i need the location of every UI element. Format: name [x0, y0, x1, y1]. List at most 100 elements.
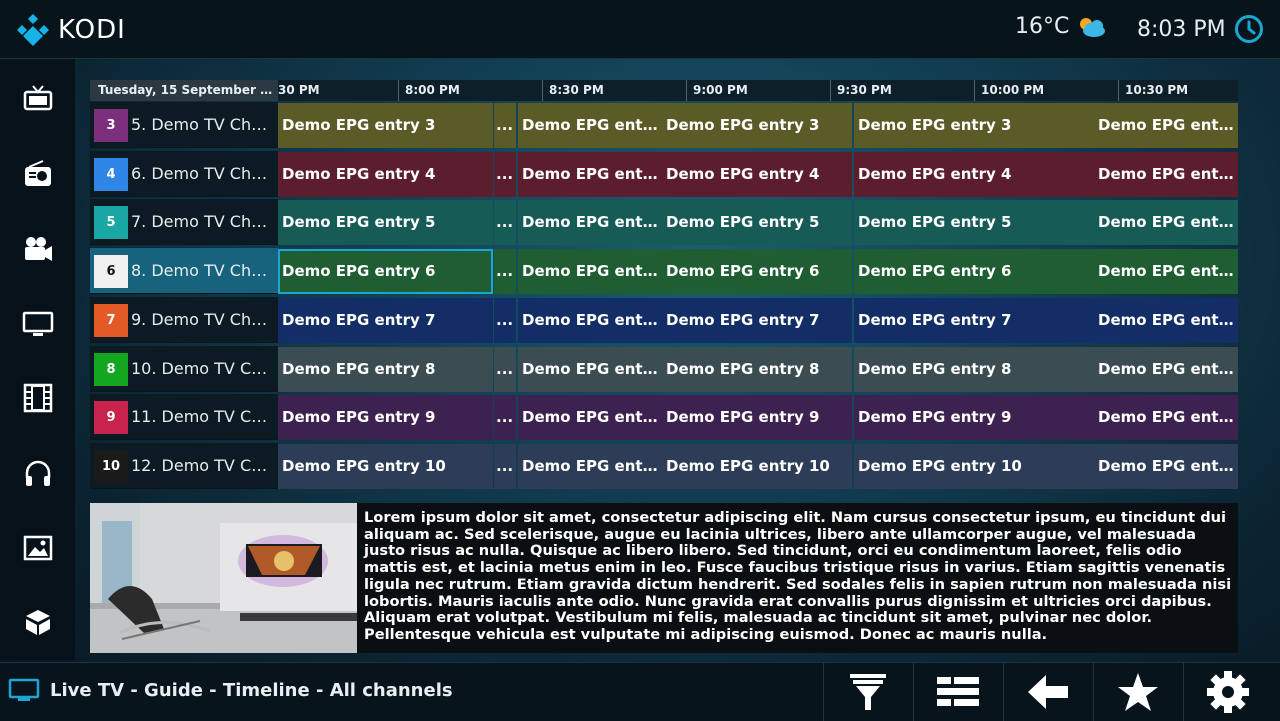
epg-entry[interactable]: Demo EPG entry 4 [518, 151, 662, 197]
epg-entry[interactable]: ... [494, 200, 516, 246]
epg-entry[interactable]: Demo EPG entry 6 [1094, 249, 1238, 295]
headphones-icon[interactable] [22, 457, 54, 489]
channel-name: 12. Demo TV Channel 10 [131, 455, 276, 475]
epg-entry[interactable]: Demo EPG entry 10 [1094, 443, 1238, 489]
epg-entry[interactable]: Demo EPG entry 9 [278, 395, 493, 441]
epg-entry[interactable]: Demo EPG entry 10 [518, 443, 662, 489]
settings-button[interactable] [1183, 663, 1272, 721]
epg-entry[interactable]: Demo EPG entry 3 [854, 103, 1094, 148]
epg-entry[interactable]: ... [494, 103, 516, 148]
channel-cell[interactable]: 810. Demo TV Channel 8 [90, 345, 278, 392]
epg-entry[interactable]: Demo EPG entry 9 [662, 395, 852, 441]
epg-entry[interactable]: Demo EPG entry 5 [1094, 200, 1238, 246]
channel-row: 68. Demo TV Channel 6Demo EPG entry 6...… [90, 248, 1238, 295]
epg-entry[interactable]: ... [494, 395, 516, 441]
channel-row: 1012. Demo TV Channel 10Demo EPG entry 1… [90, 442, 1238, 489]
channel-row: 810. Demo TV Channel 8Demo EPG entry 8..… [90, 345, 1238, 392]
epg-entry[interactable]: ... [494, 443, 516, 489]
epg-entry[interactable]: Demo EPG entry 6 [518, 249, 662, 295]
channel-cell[interactable]: 911. Demo TV Channel 9 [90, 394, 278, 441]
time-label: 30 PM [278, 83, 320, 97]
epg-entry[interactable]: Demo EPG entry 7 [662, 297, 852, 343]
list-view-icon [937, 677, 979, 706]
epg-entry[interactable]: Demo EPG entry 9 [854, 395, 1094, 441]
channel-number-badge: 9 [94, 401, 128, 435]
epg-entry[interactable]: Demo EPG entry 8 [662, 346, 852, 392]
epg-entry[interactable]: Demo EPG entry 6 [854, 249, 1094, 295]
epg-entry[interactable]: Demo EPG entry 5 [854, 200, 1094, 246]
back-button[interactable] [1003, 663, 1092, 721]
epg-entry[interactable]: Demo EPG entry 8 [1094, 346, 1238, 392]
epg-entry[interactable]: Demo EPG entry 4 [662, 151, 852, 197]
channel-number-badge: 7 [94, 303, 128, 337]
channel-cell[interactable]: 57. Demo TV Channel 5 [90, 199, 278, 246]
epg-entry[interactable]: Demo EPG entry 3 [518, 103, 662, 148]
channel-cell[interactable]: 79. Demo TV Channel 7 [90, 296, 278, 343]
epg-entry[interactable]: Demo EPG entry 6 [662, 249, 852, 295]
channel-cell[interactable]: 46. Demo TV Channel 4 [90, 150, 278, 197]
epg-entry[interactable]: Demo EPG entry 7 [518, 297, 662, 343]
epg-entry[interactable]: Demo EPG entry 3 [1094, 103, 1238, 148]
channel-cell[interactable]: 68. Demo TV Channel 6 [90, 248, 278, 295]
time-label: 9:00 PM [686, 80, 830, 101]
view-options-button[interactable] [913, 663, 1002, 721]
epg-entry[interactable]: Demo EPG entry 4 [278, 151, 493, 197]
epg-entry[interactable]: Demo EPG entry 9 [518, 395, 662, 441]
epg-entry[interactable]: Demo EPG entry 7 [278, 297, 493, 343]
epg-entry[interactable]: Demo EPG entry 8 [854, 346, 1094, 392]
filter-button[interactable] [823, 663, 912, 721]
epg-entry[interactable]: ... [494, 249, 516, 295]
kodi-logo[interactable]: KODI [16, 13, 126, 47]
epg-entry[interactable]: Demo EPG entry 6 [278, 249, 493, 295]
clock: 8:03 PM [1137, 14, 1264, 44]
back-arrow-icon [1028, 675, 1068, 709]
channel-cell[interactable]: 1012. Demo TV Channel 10 [90, 442, 278, 489]
epg-entry[interactable]: Demo EPG entry 4 [1094, 151, 1238, 197]
epg-entry[interactable]: Demo EPG entry 5 [278, 200, 493, 246]
breadcrumb-text: Live TV - Guide - Timeline - All channel… [50, 679, 453, 701]
time-label: 8:30 PM [542, 80, 686, 101]
epg-entry[interactable]: ... [494, 346, 516, 392]
epg-entry[interactable]: Demo EPG entry 5 [662, 200, 852, 246]
epg-entry[interactable]: Demo EPG entry 10 [662, 443, 852, 489]
epg-entry[interactable]: Demo EPG entry 3 [662, 103, 852, 148]
epg-entry[interactable]: Demo EPG entry 7 [854, 297, 1094, 343]
channel-number-badge: 5 [94, 206, 128, 240]
radio-icon[interactable] [22, 158, 54, 190]
epg-entry[interactable]: ... [494, 151, 516, 197]
time-label: 8:00 PM [398, 80, 542, 101]
channel-number-badge: 8 [94, 352, 128, 386]
weather-widget[interactable]: 16°C [1015, 14, 1107, 39]
epg-entry[interactable]: Demo EPG entry 5 [518, 200, 662, 246]
epg-entry[interactable]: ... [494, 297, 516, 343]
epg-entry[interactable]: Demo EPG entry 10 [854, 443, 1094, 489]
picture-icon[interactable] [22, 532, 54, 564]
monitor-icon[interactable] [22, 308, 54, 340]
channel-number-badge: 6 [94, 255, 128, 289]
film-strip-icon[interactable] [22, 382, 54, 414]
epg-entry[interactable]: Demo EPG entry 10 [278, 443, 493, 489]
settings-gear-icon [1207, 671, 1249, 713]
addon-box-icon[interactable] [22, 606, 54, 638]
movie-camera-icon[interactable] [22, 233, 54, 265]
channel-name: 5. Demo TV Channel 3 [131, 115, 276, 134]
channel-row: 911. Demo TV Channel 9Demo EPG entry 9..… [90, 394, 1238, 441]
epg-guide: 30 PM 8:00 PM 8:30 PM 9:00 PM 9:30 PM 10… [90, 80, 1238, 490]
clock-icon [1234, 15, 1263, 43]
epg-entry[interactable]: Demo EPG entry 3 [278, 103, 493, 148]
channel-name: 7. Demo TV Channel 5 [131, 212, 276, 232]
channel-number-badge: 10 [94, 449, 128, 483]
sidebar [0, 59, 75, 660]
channel-name: 11. Demo TV Channel 9 [131, 407, 276, 427]
epg-entry[interactable]: Demo EPG entry 4 [854, 151, 1094, 197]
epg-entry[interactable]: Demo EPG entry 7 [1094, 297, 1238, 343]
channel-row: 79. Demo TV Channel 7Demo EPG entry 7...… [90, 296, 1238, 343]
channel-number-badge: 3 [94, 109, 128, 142]
channel-cell[interactable]: 35. Demo TV Channel 3 [90, 102, 278, 148]
favourites-button[interactable] [1093, 663, 1182, 721]
epg-entry[interactable]: Demo EPG entry 9 [1094, 395, 1238, 441]
epg-entry[interactable]: Demo EPG entry 8 [278, 346, 493, 392]
tv-icon[interactable] [22, 83, 54, 115]
channel-name: 10. Demo TV Channel 8 [131, 358, 276, 378]
epg-entry[interactable]: Demo EPG entry 8 [518, 346, 662, 392]
